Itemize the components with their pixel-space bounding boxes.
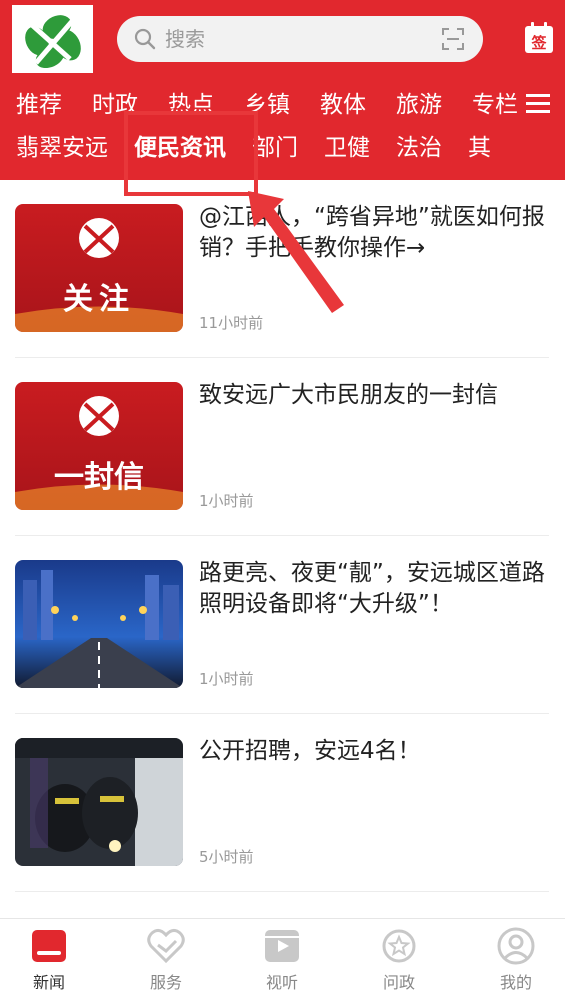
nav-label: 新闻	[32, 973, 65, 991]
news-time: 5小时前	[199, 848, 254, 866]
channel-tab[interactable]: 卫健	[324, 128, 370, 168]
firefighters-image	[15, 738, 183, 866]
news-time: 11小时前	[199, 314, 264, 332]
channel-tab[interactable]: 其	[468, 128, 491, 168]
thumbnail-caption: 一封信	[54, 460, 144, 495]
channel-tab[interactable]: 部门	[252, 128, 298, 168]
news-title[interactable]: 公开招聘，安远4名！	[199, 736, 547, 767]
news-title[interactable]: 路更亮、夜更“靓”，安远城区道路照明设备即将“大升级”！	[199, 558, 547, 620]
channel-tab[interactable]: 法治	[396, 128, 442, 168]
news-time: 1小时前	[199, 492, 254, 510]
channel-tab[interactable]: 推荐	[16, 85, 62, 125]
app-header: 搜索 签 推荐 时政 热点 乡镇 教体 旅游 专栏 翡翠安远 便民资讯 部门 卫…	[0, 0, 565, 180]
nav-item-service[interactable]: 服务	[126, 919, 206, 991]
search-input[interactable]: 搜索	[117, 16, 483, 62]
channel-tab[interactable]: 专栏	[472, 85, 518, 125]
app-logo[interactable]	[12, 5, 93, 73]
search-icon	[134, 28, 156, 50]
nav-item-inquiry[interactable]: 问政	[359, 919, 439, 991]
highlight-box	[124, 111, 258, 196]
channel-row-1: 推荐 时政 热点 乡镇 教体 旅游 专栏	[0, 85, 518, 125]
video-icon	[265, 930, 299, 962]
news-title[interactable]: 致安远广大市民朋友的一封信	[199, 380, 547, 411]
nav-item-profile[interactable]: 我的	[476, 919, 556, 991]
channel-tab[interactable]: 旅游	[396, 85, 442, 125]
calendar-icon: 签	[525, 22, 553, 53]
night-road-image	[15, 560, 183, 688]
news-thumbnail	[15, 738, 183, 866]
nav-item-video[interactable]: 视听	[242, 919, 322, 991]
channel-tab[interactable]: 教体	[320, 85, 366, 125]
news-list-item[interactable]: 一封信 致安远广大市民朋友的一封信 1小时前	[15, 358, 549, 536]
scan-icon[interactable]	[441, 27, 465, 51]
profile-icon	[497, 927, 535, 965]
service-icon	[147, 928, 185, 964]
news-list-item[interactable]: 公开招聘，安远4名！ 5小时前	[15, 714, 549, 892]
news-list-item[interactable]: 路更亮、夜更“靓”，安远城区道路照明设备即将“大升级”！ 1小时前	[15, 536, 549, 714]
news-thumbnail: 一封信	[15, 382, 183, 510]
nav-item-news[interactable]: 新闻	[9, 919, 89, 991]
nav-label: 我的	[499, 973, 532, 991]
news-thumbnail	[15, 560, 183, 688]
signin-calendar-button[interactable]: 签	[524, 22, 554, 54]
clover-logo-icon	[25, 15, 81, 69]
nav-label: 服务	[149, 973, 182, 991]
news-thumbnail: 关注	[15, 204, 183, 332]
annotation-arrow-icon	[248, 191, 344, 313]
thumbnail-caption: 关注	[63, 282, 135, 317]
nav-label: 问政	[382, 973, 415, 991]
nav-label: 视听	[265, 973, 298, 991]
channel-tab[interactable]: 翡翠安远	[16, 128, 108, 168]
channel-menu-icon[interactable]	[526, 94, 550, 114]
bottom-navigation: 新闻 服务 视听 问政 我的	[0, 918, 565, 991]
signin-label: 签	[530, 34, 547, 52]
inquiry-icon	[382, 929, 416, 963]
search-placeholder: 搜索	[165, 27, 205, 51]
news-time: 1小时前	[199, 670, 254, 688]
news-icon	[32, 930, 66, 962]
